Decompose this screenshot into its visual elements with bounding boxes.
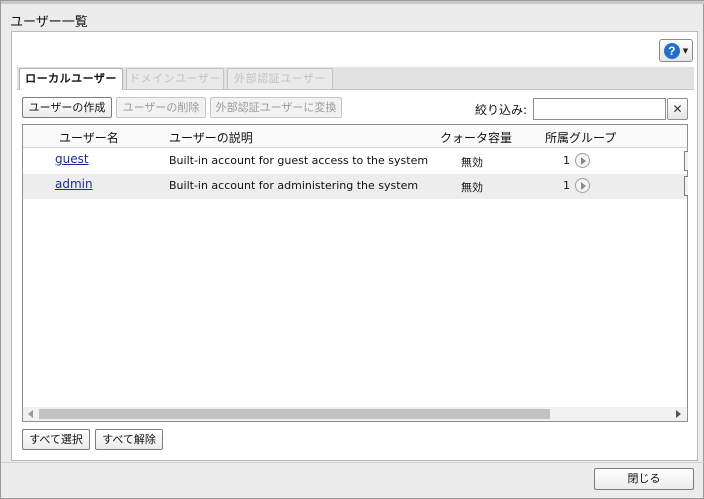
select-all-button[interactable]: すべて選択 xyxy=(22,429,90,450)
convert-external-auth-button[interactable]: 外部認証ユーザーに変換 xyxy=(210,97,342,118)
dialog-title: ユーザー一覧 xyxy=(10,15,88,30)
row-action-button[interactable] xyxy=(684,176,688,196)
tab-external-auth-users[interactable]: 外部認証ユーザー xyxy=(227,68,333,89)
create-user-button[interactable]: ユーザーの作成 xyxy=(22,97,112,118)
column-header-username[interactable]: ユーザー名 xyxy=(59,129,119,146)
group-count: 1 xyxy=(563,179,570,192)
quota-value: 無効 xyxy=(461,181,483,194)
table-header: ユーザー名 ユーザーの説明 クォータ容量 所属グループ xyxy=(23,125,687,148)
user-list-dialog: ユーザー一覧 ? ▼ ローカルユーザー ドメインユーザー 外部認証ユーザー ユー… xyxy=(0,0,704,499)
group-count: 1 xyxy=(563,154,570,167)
scrollbar-thumb[interactable] xyxy=(39,409,550,419)
tab-domain-users[interactable]: ドメインユーザー xyxy=(126,68,224,89)
help-button[interactable]: ? ▼ xyxy=(659,39,693,62)
play-icon[interactable] xyxy=(575,178,590,193)
footer-divider xyxy=(1,462,704,463)
column-header-groups[interactable]: 所属グループ xyxy=(545,129,616,146)
username-link[interactable]: guest xyxy=(55,152,89,166)
table-row[interactable]: guest Built-in account for guest access … xyxy=(23,149,688,174)
deselect-all-button[interactable]: すべて解除 xyxy=(95,429,163,450)
window-top-strip xyxy=(1,1,704,4)
table-row[interactable]: admin Built-in account for administering… xyxy=(23,174,688,199)
filter-label: 絞り込み: xyxy=(475,103,528,117)
clear-filter-button[interactable]: ✕ xyxy=(667,98,688,120)
chevron-down-icon: ▼ xyxy=(682,46,689,55)
row-action-button[interactable] xyxy=(684,151,688,171)
close-icon: ✕ xyxy=(672,102,683,116)
column-header-description[interactable]: ユーザーの説明 xyxy=(169,129,253,146)
tab-local-users[interactable]: ローカルユーザー xyxy=(19,68,123,90)
quota-value: 無効 xyxy=(461,156,483,169)
play-icon[interactable] xyxy=(575,153,590,168)
tab-bar: ローカルユーザー ドメインユーザー 外部認証ユーザー xyxy=(17,67,694,90)
scroll-left-icon[interactable] xyxy=(28,410,33,418)
user-description: Built-in account for administering the s… xyxy=(169,179,419,192)
scroll-right-icon[interactable] xyxy=(676,410,681,418)
delete-user-button[interactable]: ユーザーの削除 xyxy=(116,97,206,118)
username-link[interactable]: admin xyxy=(55,177,93,191)
filter-input[interactable] xyxy=(533,98,666,120)
question-circle-icon: ? xyxy=(663,42,680,59)
close-button[interactable]: 閉じる xyxy=(594,468,694,490)
user-description: Built-in account for guest access to the… xyxy=(169,154,429,167)
column-header-quota[interactable]: クォータ容量 xyxy=(440,129,512,146)
horizontal-scrollbar[interactable] xyxy=(23,407,687,421)
user-table: ユーザー名 ユーザーの説明 クォータ容量 所属グループ guest Built-… xyxy=(22,124,688,422)
